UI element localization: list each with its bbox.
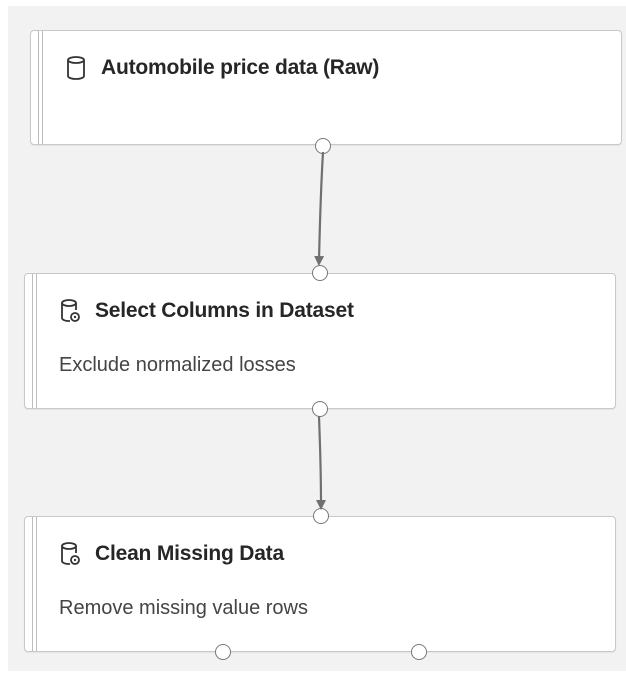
connector-2-to-3[interactable] (315, 415, 326, 510)
connector-1-to-2[interactable] (314, 151, 325, 266)
connectors-layer (314, 151, 326, 510)
pipeline-canvas[interactable]: Automobile price data (Raw) Select Colum… (8, 6, 626, 671)
